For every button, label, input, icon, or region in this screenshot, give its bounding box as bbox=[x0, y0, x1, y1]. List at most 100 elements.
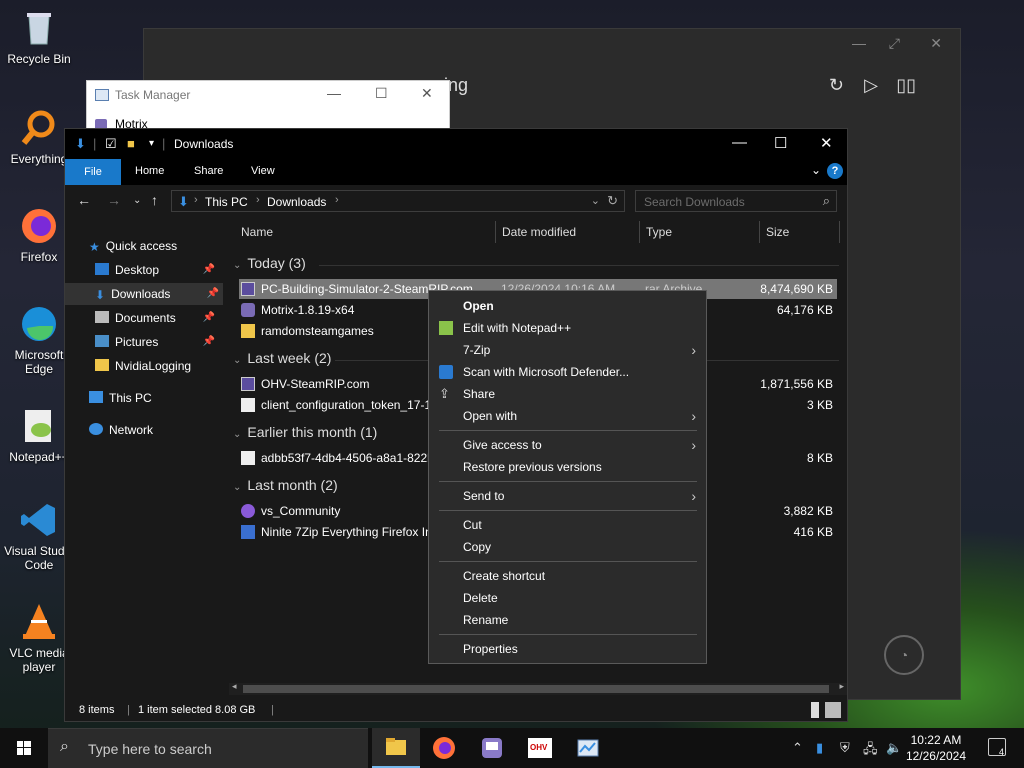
pause-icon[interactable]: ▯▯ bbox=[896, 75, 916, 96]
security-tray-icon[interactable]: ⛨ bbox=[840, 740, 850, 756]
forward-arrow-icon[interactable]: → bbox=[107, 192, 121, 208]
menu-item-give-access[interactable]: Give access to › bbox=[429, 434, 706, 456]
scroll-left-icon[interactable]: ◂ bbox=[232, 681, 237, 692]
close-icon[interactable]: ✕ bbox=[421, 85, 433, 102]
refresh-icon[interactable]: ↻ bbox=[607, 193, 618, 209]
menu-item-7zip[interactable]: 7-Zip › bbox=[429, 339, 706, 361]
customize-quick-access-icon[interactable]: ▾ bbox=[149, 138, 154, 149]
nav-network[interactable]: Network bbox=[89, 419, 219, 441]
minimize-icon[interactable]: — bbox=[732, 134, 747, 151]
file-icon bbox=[241, 451, 255, 465]
download-arrow-icon: ⬇ bbox=[95, 288, 106, 302]
network-icon[interactable]: 🖧 bbox=[863, 740, 878, 762]
group-header-last-week[interactable]: ⌄ Last week (2) bbox=[233, 350, 331, 366]
maximize-icon[interactable]: ☐ bbox=[774, 134, 787, 152]
start-button[interactable] bbox=[0, 728, 48, 768]
nav-item-desktop[interactable]: Desktop 📌 bbox=[95, 259, 219, 281]
menu-item-properties[interactable]: Properties bbox=[429, 638, 706, 660]
group-header-earlier-this-month[interactable]: ⌄ Earlier this month (1) bbox=[233, 424, 377, 440]
app-tray-icon[interactable]: ▮ bbox=[816, 740, 823, 756]
edge-icon bbox=[19, 304, 59, 344]
nav-item-documents[interactable]: Documents 📌 bbox=[95, 307, 219, 329]
maximize-icon[interactable]: ⤢ bbox=[889, 35, 900, 52]
menu-item-rename[interactable]: Rename bbox=[429, 609, 706, 631]
notification-center-icon[interactable]: 4 bbox=[988, 738, 1006, 757]
motrix-icon bbox=[482, 738, 502, 758]
show-hidden-icons-icon[interactable]: ⌃ bbox=[792, 740, 803, 756]
taskbar-firefox[interactable] bbox=[420, 728, 468, 768]
menu-item-share[interactable]: ⇪ Share bbox=[429, 383, 706, 405]
close-icon[interactable]: ✕ bbox=[930, 35, 942, 52]
column-header-size[interactable]: Size bbox=[766, 225, 789, 239]
menu-item-edit-notepadpp[interactable]: Edit with Notepad++ bbox=[429, 317, 706, 339]
group-header-last-month[interactable]: ⌄ Last month (2) bbox=[233, 477, 338, 493]
expand-ribbon-icon[interactable]: ⌄ bbox=[811, 163, 821, 177]
column-header-type[interactable]: Type bbox=[646, 225, 672, 239]
large-icons-view-icon[interactable] bbox=[825, 702, 841, 718]
tab-view[interactable]: View bbox=[251, 165, 275, 177]
desktop-icon-recycle-bin[interactable]: Recycle Bin bbox=[2, 8, 76, 66]
pin-icon[interactable]: 📌 bbox=[203, 331, 215, 353]
menu-item-copy[interactable]: Copy bbox=[429, 536, 706, 558]
menu-item-create-shortcut[interactable]: Create shortcut bbox=[429, 565, 706, 587]
nav-this-pc[interactable]: This PC bbox=[89, 387, 219, 409]
breadcrumb-downloads[interactable]: Downloads bbox=[267, 195, 326, 209]
taskbar-motrix[interactable] bbox=[468, 728, 516, 768]
pin-icon[interactable]: 📌 bbox=[203, 259, 215, 281]
refresh-icon[interactable]: ↻ bbox=[829, 75, 844, 96]
volume-muted-icon[interactable]: 🔈 bbox=[886, 740, 902, 756]
menu-item-scan-defender[interactable]: Scan with Microsoft Defender... bbox=[429, 361, 706, 383]
scroll-right-icon[interactable]: ▸ bbox=[839, 681, 844, 692]
menu-item-open[interactable]: Open bbox=[429, 295, 706, 317]
help-icon[interactable]: ? bbox=[827, 163, 843, 179]
taskbar-search-box[interactable]: ⌕ Type here to search bbox=[48, 728, 368, 768]
pin-icon[interactable]: 📌 bbox=[203, 307, 215, 329]
ohv-label: OHV bbox=[530, 743, 548, 752]
computer-icon bbox=[89, 391, 103, 403]
scrollbar-thumb[interactable] bbox=[243, 685, 829, 693]
recent-locations-icon[interactable]: ⌄ bbox=[133, 195, 141, 206]
close-icon[interactable]: ✕ bbox=[820, 134, 833, 152]
group-header-today[interactable]: ⌄ Today (3) bbox=[233, 255, 306, 271]
taskbar-ohv[interactable]: OHV bbox=[516, 728, 564, 768]
tab-share[interactable]: Share bbox=[194, 165, 223, 177]
properties-checkmark-icon[interactable]: ☑ bbox=[105, 136, 117, 152]
breadcrumb-separator-icon: › bbox=[335, 194, 339, 206]
pin-icon[interactable]: 📌 bbox=[207, 283, 219, 305]
folder-icon bbox=[241, 324, 255, 338]
nav-label: Downloads bbox=[111, 287, 171, 301]
nav-quick-access[interactable]: ★ Quick access bbox=[89, 235, 219, 257]
up-arrow-icon[interactable]: ↑ bbox=[151, 192, 158, 208]
menu-item-send-to[interactable]: Send to › bbox=[429, 485, 706, 507]
back-arrow-icon[interactable]: ← bbox=[77, 192, 91, 208]
group-title: Last month (2) bbox=[247, 477, 338, 493]
clock[interactable]: 10:22 AM 12/26/2024 bbox=[906, 732, 966, 764]
menu-item-restore-versions[interactable]: Restore previous versions bbox=[429, 456, 706, 478]
column-header-name[interactable]: Name bbox=[241, 225, 273, 239]
taskbar-task-manager[interactable] bbox=[564, 728, 612, 768]
play-icon[interactable]: ▷ bbox=[864, 75, 878, 96]
menu-item-open-with[interactable]: Open with › bbox=[429, 405, 706, 427]
search-input[interactable]: Search Downloads ⌕ bbox=[635, 190, 837, 212]
new-folder-icon[interactable]: ■ bbox=[127, 136, 135, 151]
nav-item-pictures[interactable]: Pictures 📌 bbox=[95, 331, 219, 353]
maximize-icon[interactable]: ☐ bbox=[375, 85, 388, 102]
nav-item-downloads[interactable]: ⬇ Downloads 📌 bbox=[65, 283, 223, 305]
minimize-icon[interactable]: — bbox=[327, 85, 341, 101]
menu-item-cut[interactable]: Cut bbox=[429, 514, 706, 536]
address-dropdown-icon[interactable]: ⌄ bbox=[591, 194, 600, 207]
selection-info: 1 item selected 8.08 GB bbox=[138, 704, 256, 716]
horizontal-scrollbar[interactable]: ◂ ▸ bbox=[229, 681, 847, 695]
details-view-icon[interactable] bbox=[811, 702, 819, 718]
tab-home[interactable]: Home bbox=[135, 165, 164, 177]
taskbar-file-explorer[interactable] bbox=[372, 728, 420, 768]
menu-item-delete[interactable]: Delete bbox=[429, 587, 706, 609]
address-bar[interactable]: ⬇ › This PC › Downloads › ⌄ ↻ bbox=[171, 190, 625, 212]
speedometer-icon[interactable]: ◔ bbox=[884, 635, 924, 675]
nav-item-nvidialogging[interactable]: NvidiaLogging bbox=[95, 355, 219, 377]
breadcrumb-this-pc[interactable]: This PC bbox=[205, 195, 248, 209]
minimize-icon[interactable]: — bbox=[852, 35, 866, 51]
column-header-date[interactable]: Date modified bbox=[502, 225, 576, 239]
file-name: client_configuration_token_17-1 bbox=[261, 398, 432, 412]
tab-file[interactable]: File bbox=[65, 159, 121, 185]
